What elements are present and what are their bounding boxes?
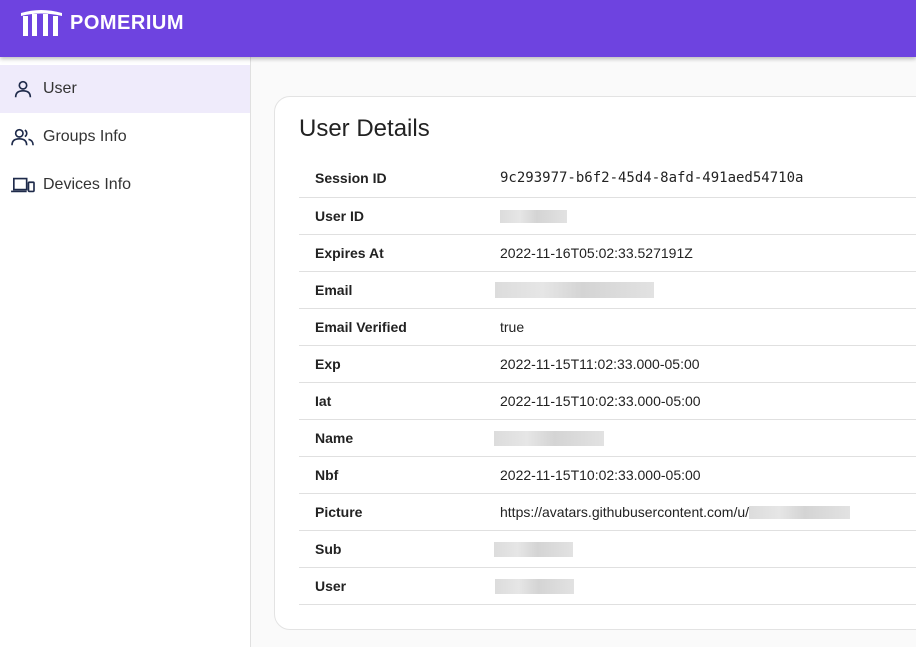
redacted-value [749,506,851,520]
pomerium-logo-icon [21,10,62,36]
table-row: Exp 2022-11-15T11:02:33.000-05:00 [299,345,916,382]
table-row: Iat 2022-11-15T10:02:33.000-05:00 [299,382,916,419]
table-row: Expires At 2022-11-16T05:02:33.527191Z [299,234,916,271]
app-bar: POMERIUM [0,0,916,57]
sidebar: User Groups Info Devices Info [0,57,251,647]
row-key: Expires At [315,244,384,261]
row-key: Email [315,281,353,298]
row-key: Name [315,429,354,446]
table-row: Session ID 9c293977-b6f2-45d4-8afd-491ae… [299,160,916,197]
row-value [500,197,916,234]
redacted-value [495,578,574,594]
sidebar-item-label: User [43,80,77,97]
sidebar-item-groups-info[interactable]: Groups Info [0,113,250,161]
row-value: 2022-11-15T10:02:33.000-05:00 [500,392,701,409]
table-row: Name [299,419,916,456]
person-icon [10,76,36,102]
brand-name: POMERIUM [70,11,184,34]
table-row: User ID [299,197,916,234]
picture-url: https://avatars.githubusercontent.com/u/ [500,503,750,520]
table-row: Email Verified true [299,308,916,345]
table-row: Email [299,271,916,308]
redacted-value [494,541,573,557]
table-row: Sub [299,530,916,567]
sidebar-item-user[interactable]: User [0,65,250,113]
page-title: User Details [299,115,430,142]
row-key: Picture [315,503,363,520]
table-row: Picture https://avatars.githubuserconten… [299,493,916,530]
user-details-card: User Details Session ID 9c293977-b6f2-45… [274,96,916,630]
row-key: User [315,577,347,594]
sidebar-item-devices-info[interactable]: Devices Info [0,161,250,209]
row-value: true [500,318,525,335]
redacted-value [494,430,604,446]
row-key: Session ID [315,170,387,187]
row-value [494,530,916,567]
people-icon [10,124,36,150]
row-value: https://avatars.githubusercontent.com/u/ [500,493,916,530]
row-key: Email Verified [315,318,407,335]
row-value: 2022-11-15T11:02:33.000-05:00 [500,355,700,372]
row-key: Nbf [315,466,339,483]
redacted-value [500,210,567,224]
row-key: User ID [315,207,365,224]
table-row: User [299,567,916,604]
row-key: Iat [315,392,332,409]
row-value: 2022-11-15T10:02:33.000-05:00 [500,466,701,483]
sidebar-item-label: Groups Info [43,128,127,145]
row-key: Sub [315,540,342,557]
row-value [495,271,916,308]
row-value: 9c293977-b6f2-45d4-8afd-491aed54710a [500,170,804,187]
main-content: User Details Session ID 9c293977-b6f2-45… [251,57,916,647]
row-value [494,419,916,456]
row-value [495,567,916,604]
pomerium-logo[interactable]: POMERIUM [19,9,184,37]
row-key: Exp [315,355,341,372]
table-row: Nbf 2022-11-15T10:02:33.000-05:00 [299,456,916,493]
devices-icon [10,172,36,198]
redacted-value [495,282,654,299]
sidebar-item-label: Devices Info [43,176,132,193]
row-value: 2022-11-16T05:02:33.527191Z [500,244,693,261]
user-details-table: Session ID 9c293977-b6f2-45d4-8afd-491ae… [299,160,916,605]
